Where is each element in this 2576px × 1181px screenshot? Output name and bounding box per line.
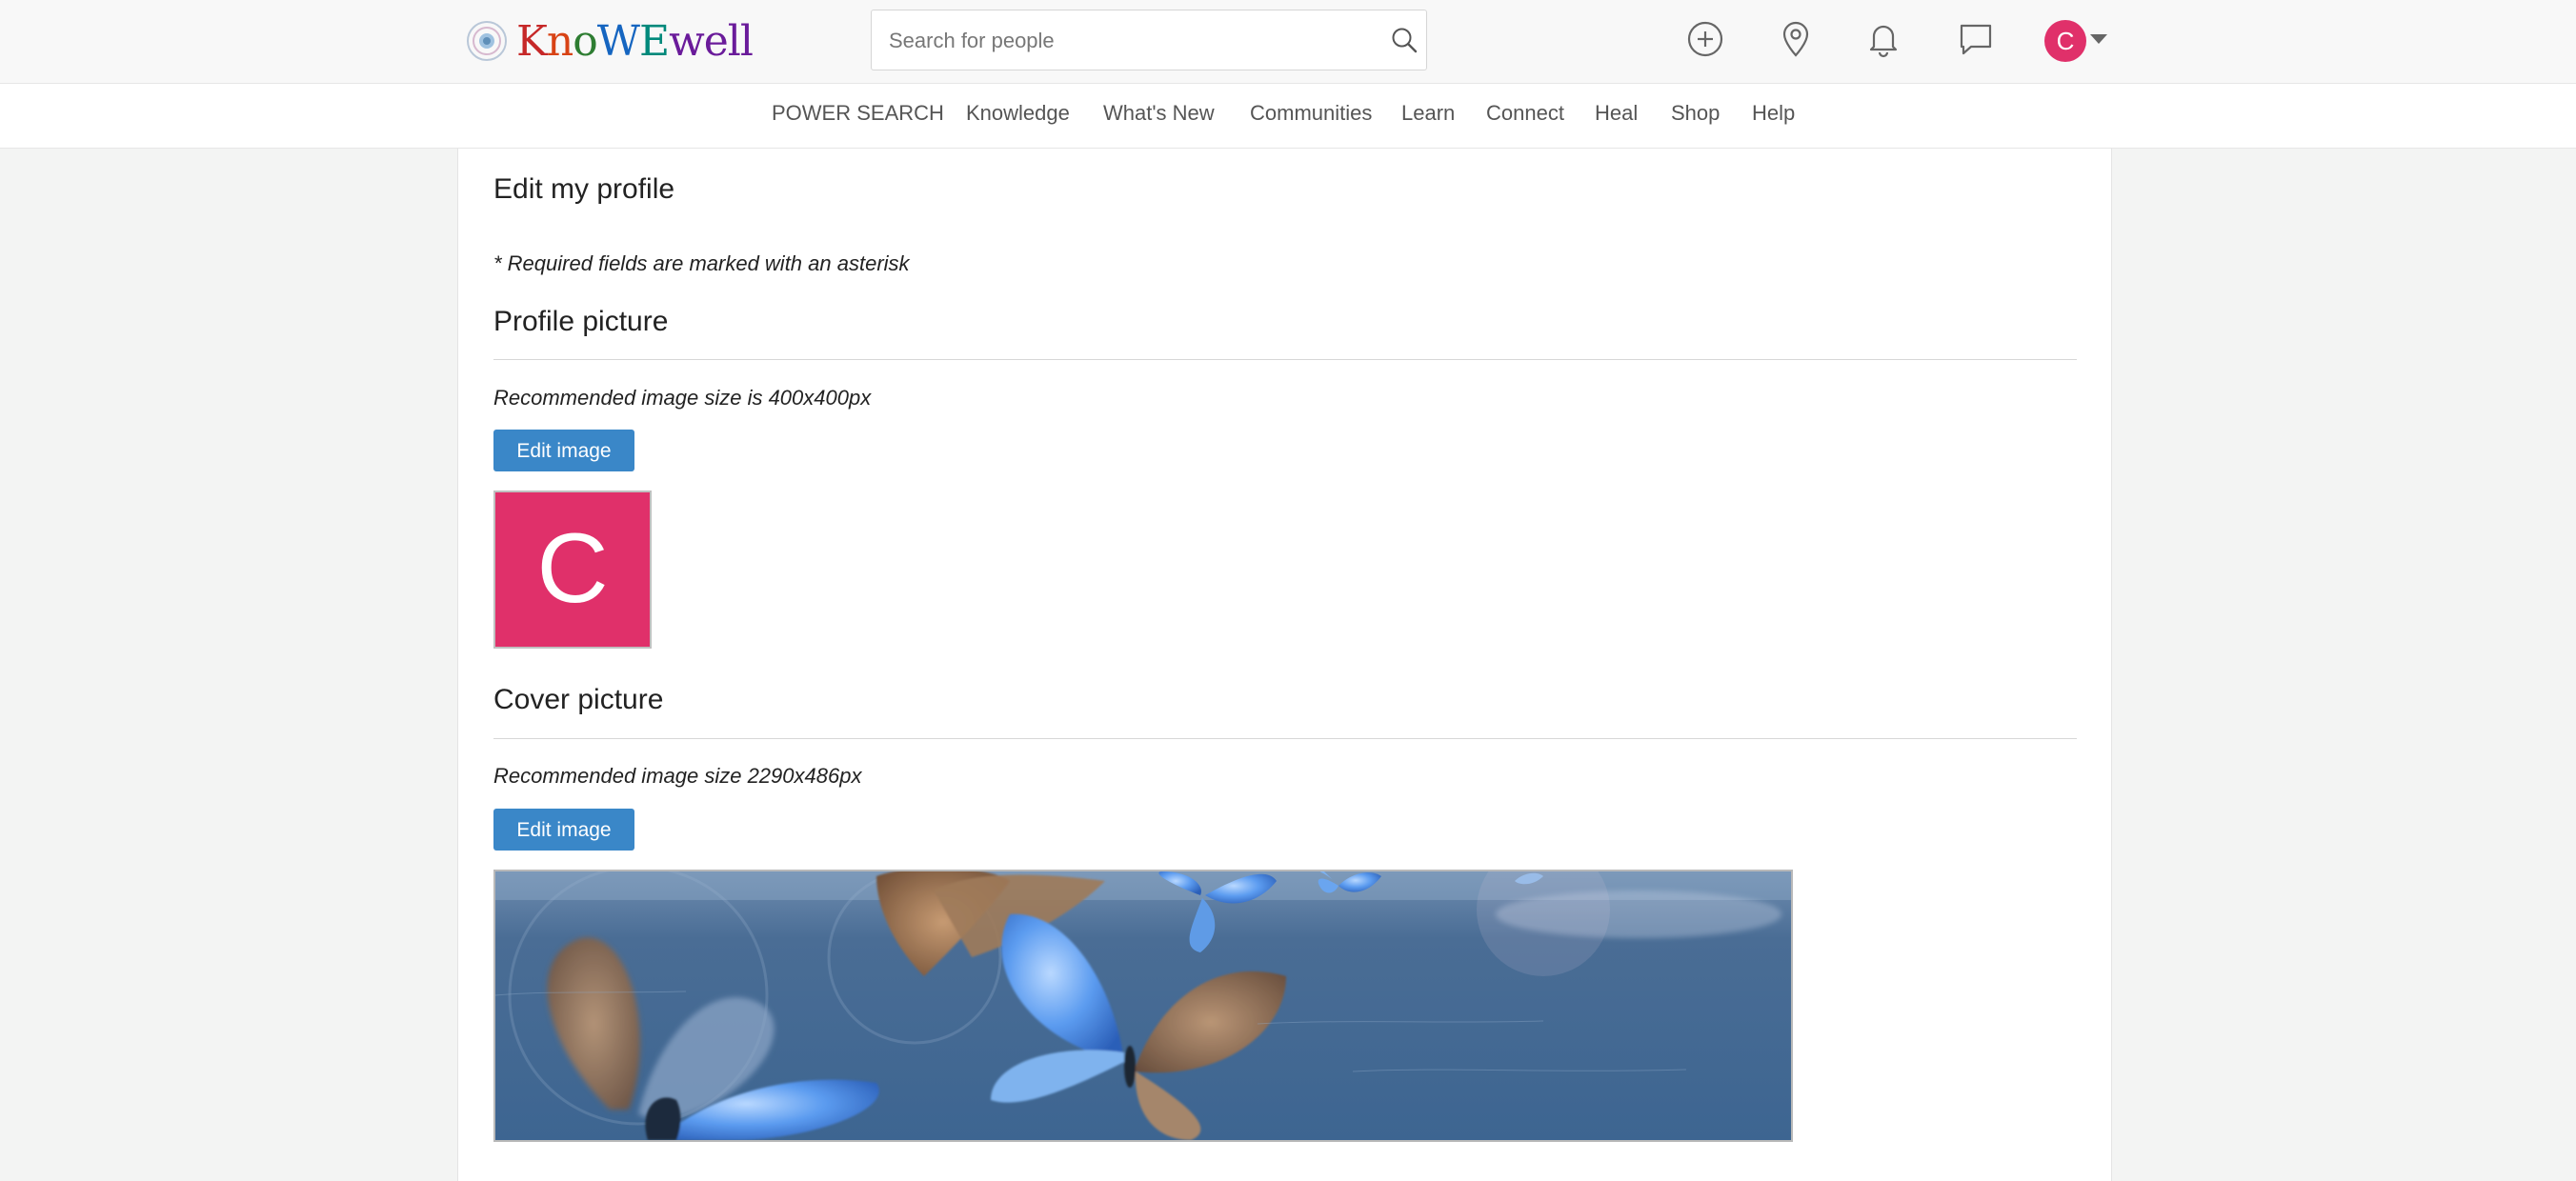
profile-picture-hint: Recommended image size is 400x400px [493,386,872,410]
cover-picture-hint: Recommended image size 2290x486px [493,764,862,788]
edit-cover-image-button[interactable]: Edit image [493,809,634,851]
nav-item-power-search[interactable]: POWER SEARCH [772,101,944,126]
profile-picture: C [493,490,652,649]
search-box [871,10,1427,71]
divider [493,738,2077,739]
page-title: Edit my profile [493,173,675,205]
edit-profile-image-button[interactable]: Edit image [493,430,634,471]
required-fields-note: * Required fields are marked with an ast… [493,251,910,275]
search-icon[interactable] [1390,26,1419,54]
cover-picture [493,870,1793,1142]
nav-item-shop[interactable]: Shop [1671,101,1720,126]
location-icon[interactable] [1774,17,1818,61]
add-icon[interactable] [1683,17,1727,61]
cover-image-butterflies [495,871,1791,1140]
cover-picture-heading: Cover picture [493,684,664,715]
nav-item-whats-new[interactable]: What's New [1103,101,1215,126]
logo-text: KnoWEwell [516,16,754,66]
site-logo[interactable]: KnoWEwell [465,13,754,69]
nav-item-help[interactable]: Help [1752,101,1795,126]
nav-item-knowledge[interactable]: Knowledge [966,101,1070,126]
main-content: Edit my profile * Required fields are ma… [457,149,2112,1181]
main-nav: POWER SEARCH Knowledge What's New Commun… [0,84,2576,149]
nav-item-connect[interactable]: Connect [1486,101,1564,126]
chevron-down-icon[interactable] [2090,34,2107,44]
search-input[interactable] [887,10,1367,71]
bell-icon[interactable] [1862,17,1905,61]
divider [493,359,2077,360]
chat-icon[interactable] [1954,17,1998,61]
profile-picture-heading: Profile picture [493,306,669,337]
top-bar: KnoWEwell C [0,0,2576,84]
nav-item-communities[interactable]: Communities [1250,101,1372,126]
logo-mark-icon [467,21,507,61]
nav-item-learn[interactable]: Learn [1401,101,1455,126]
user-avatar[interactable]: C [2044,20,2086,62]
nav-item-heal[interactable]: Heal [1595,101,1638,126]
